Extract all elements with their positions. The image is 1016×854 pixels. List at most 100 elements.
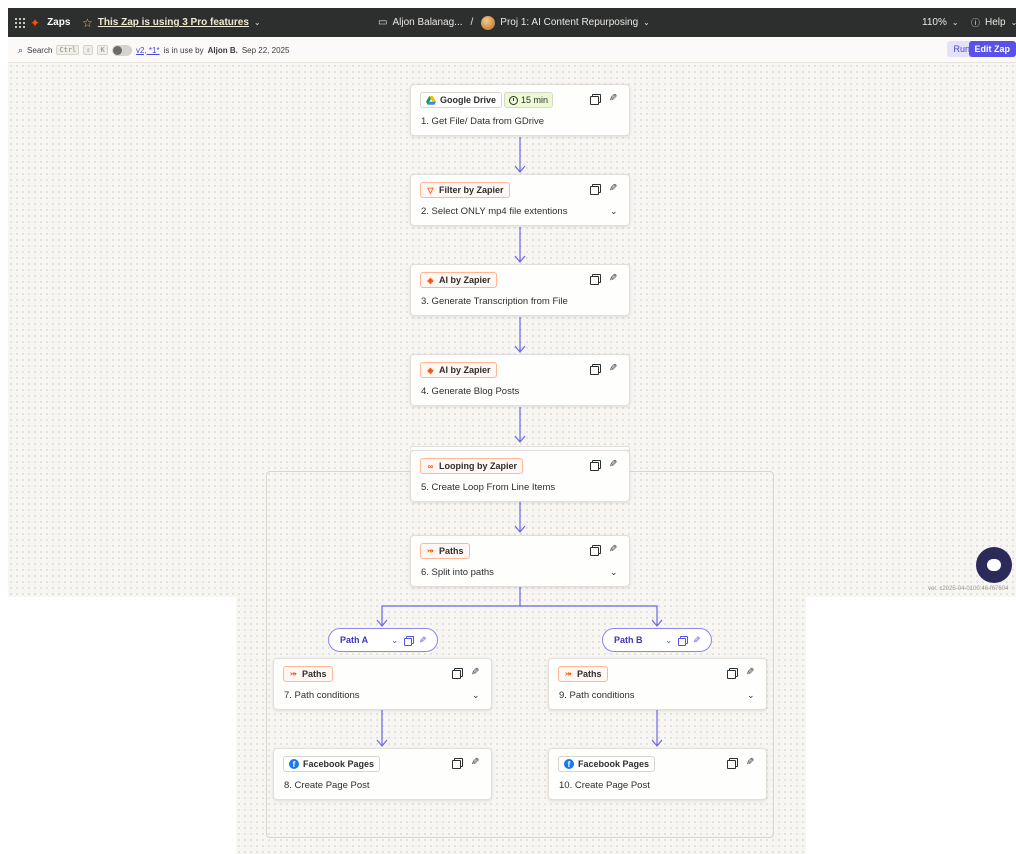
chevron-down-icon[interactable]: ⌄ [610, 206, 618, 217]
step-actions: ✎ [590, 93, 617, 105]
pencil-icon[interactable]: ✎ [609, 459, 617, 470]
pencil-icon[interactable]: ✎ [746, 757, 754, 768]
duplicate-icon[interactable] [590, 184, 601, 195]
paths-icon: ⤖ [427, 546, 434, 555]
step-app-name: Paths [577, 669, 602, 679]
step-card-10[interactable]: f Facebook Pages ✎ 10. Create Page Post [548, 748, 767, 800]
step-app-chip: f Facebook Pages [283, 756, 381, 772]
duplicate-icon[interactable] [590, 460, 601, 471]
step-app-name: Filter by Zapier [439, 185, 504, 195]
duplicate-icon[interactable] [727, 758, 738, 769]
step-title: 4. Generate Blog Posts [421, 386, 520, 397]
step-actions: ✎ [590, 459, 617, 471]
duplicate-icon[interactable] [678, 635, 689, 646]
chevron-down-icon[interactable]: ⌄ [747, 690, 755, 701]
step-title: 7. Path conditions [284, 690, 360, 701]
duplicate-icon[interactable] [590, 364, 601, 375]
step-title: 9. Path conditions [559, 690, 635, 701]
duplicate-icon[interactable] [590, 274, 601, 285]
clock-icon [509, 95, 518, 105]
step-card-1[interactable]: Google Drive 15 min ✎ 1. Get File/ Data … [410, 84, 630, 136]
step-card-7[interactable]: ⤖ Paths ✎ 7. Path conditions ⌄ [273, 658, 492, 710]
step-title: 1. Get File/ Data from GDrive [421, 116, 545, 127]
step-card-3[interactable]: ◈ AI by Zapier ✎ 3. Generate Transcripti… [410, 264, 630, 316]
step-app-chip: ∞ Looping by Zapier [420, 458, 523, 474]
duplicate-icon[interactable] [452, 758, 463, 769]
google-drive-icon [426, 95, 436, 105]
duplicate-icon[interactable] [590, 545, 601, 556]
step-card-4[interactable]: ◈ AI by Zapier ✎ 4. Generate Blog Posts [410, 354, 630, 406]
step-app-chip: f Facebook Pages [558, 756, 656, 772]
step-title: 5. Create Loop From Line Items [421, 482, 556, 493]
step-app-chip: ⤖ Paths [283, 666, 333, 682]
pencil-icon[interactable]: ✎ [746, 667, 754, 678]
path-actions: ⌄ ✎ [391, 635, 427, 646]
pencil-icon[interactable]: ✎ [609, 544, 617, 555]
ai-sparkle-icon: ◈ [427, 365, 434, 375]
step-app-name: AI by Zapier [439, 275, 491, 285]
chevron-down-icon[interactable]: ⌄ [665, 635, 673, 646]
duplicate-icon[interactable] [590, 94, 601, 105]
paths-icon: ⤖ [290, 669, 297, 678]
connector-split [381, 605, 658, 626]
polling-time-badge: 15 min [504, 92, 554, 108]
step-app-name: AI by Zapier [439, 365, 491, 375]
path-a-pill[interactable]: Path A ⌄ ✎ [328, 628, 438, 652]
duplicate-icon[interactable] [404, 635, 415, 646]
chevron-down-icon[interactable]: ⌄ [472, 690, 480, 701]
step-app-name: Paths [302, 669, 327, 679]
step-card-6[interactable]: ⤖ Paths ✎ 6. Split into paths ⌄ [410, 535, 630, 587]
facebook-icon: f [289, 759, 299, 769]
step-actions: ✎ [727, 757, 754, 769]
step-title: 3. Generate Transcription from File [421, 296, 568, 307]
step-app-name: Paths [439, 546, 464, 556]
facebook-icon: f [564, 759, 574, 769]
step-actions: ✎ [590, 183, 617, 195]
step-app-chip: ◈ AI by Zapier [420, 272, 497, 288]
pencil-icon[interactable]: ✎ [471, 757, 479, 768]
filter-icon: ▽ [427, 185, 434, 195]
step-app-name: Google Drive [440, 95, 497, 105]
stage: ✦ Zaps ☆ This Zap is using 3 Pro feature… [0, 0, 1016, 854]
path-b-pill[interactable]: Path B ⌄ ✎ [602, 628, 712, 652]
loop-icon: ∞ [427, 461, 434, 471]
step-app-chip: ▽ Filter by Zapier [420, 182, 510, 198]
chevron-down-icon[interactable]: ⌄ [391, 635, 399, 646]
duplicate-icon[interactable] [452, 668, 463, 679]
polling-time-text: 15 min [521, 95, 549, 105]
step-actions: ✎ [452, 667, 479, 679]
path-actions: ⌄ ✎ [665, 635, 701, 646]
pencil-icon[interactable]: ✎ [471, 667, 479, 678]
step-app-name: Looping by Zapier [439, 461, 517, 471]
step-card-5[interactable]: ∞ Looping by Zapier ✎ 5. Create Loop Fro… [410, 450, 630, 502]
step-app-name: Facebook Pages [578, 759, 650, 769]
step-app-chip: Google Drive [420, 92, 503, 108]
pencil-icon[interactable]: ✎ [609, 93, 617, 104]
step-card-8[interactable]: f Facebook Pages ✎ 8. Create Page Post [273, 748, 492, 800]
paths-icon: ⤖ [565, 669, 572, 678]
step-actions: ✎ [590, 544, 617, 556]
path-name: Path A [340, 635, 369, 645]
step-title: 2. Select ONLY mp4 file extentions [421, 206, 568, 217]
step-actions: ✎ [452, 757, 479, 769]
pencil-icon[interactable]: ✎ [419, 635, 427, 646]
chevron-down-icon[interactable]: ⌄ [610, 567, 618, 578]
ai-sparkle-icon: ◈ [427, 275, 434, 285]
step-card-2[interactable]: ▽ Filter by Zapier ✎ 2. Select ONLY mp4 … [410, 174, 630, 226]
step-actions: ✎ [727, 667, 754, 679]
step-actions: ✎ [590, 363, 617, 375]
step-actions: ✎ [590, 273, 617, 285]
step-card-9[interactable]: ⤖ Paths ✎ 9. Path conditions ⌄ [548, 658, 767, 710]
step-app-chip: ⤖ Paths [558, 666, 608, 682]
pencil-icon[interactable]: ✎ [609, 363, 617, 374]
pencil-icon[interactable]: ✎ [609, 183, 617, 194]
step-title: 8. Create Page Post [284, 780, 370, 791]
pencil-icon[interactable]: ✎ [693, 635, 701, 646]
step-app-name: Facebook Pages [303, 759, 375, 769]
pencil-icon[interactable]: ✎ [609, 273, 617, 284]
step-app-chip: ⤖ Paths [420, 543, 470, 559]
duplicate-icon[interactable] [727, 668, 738, 679]
path-name: Path B [614, 635, 643, 645]
step-title: 10. Create Page Post [559, 780, 650, 791]
step-title: 6. Split into paths [421, 567, 494, 578]
